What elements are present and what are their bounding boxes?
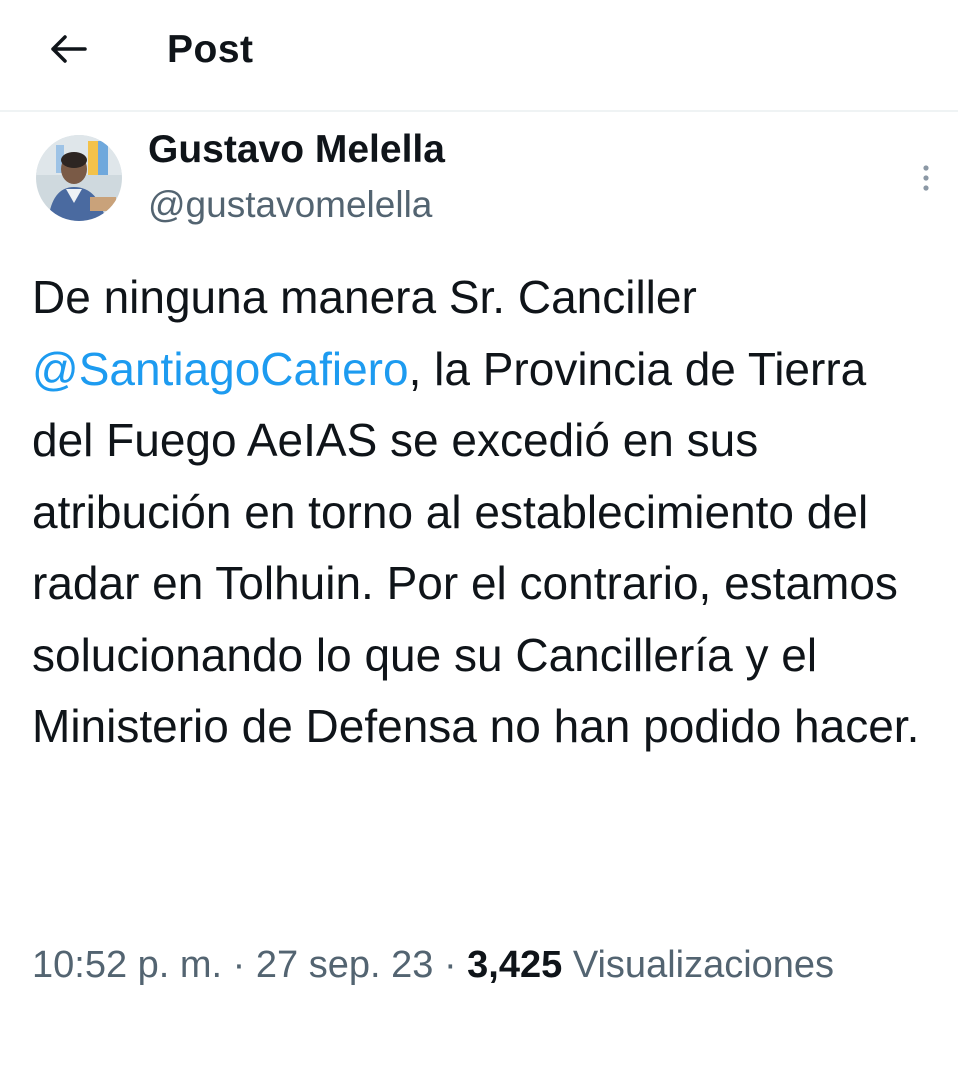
- author-handle[interactable]: @gustavomelella: [148, 184, 432, 226]
- arrow-left-icon: [51, 35, 87, 63]
- more-options-button[interactable]: [910, 155, 942, 201]
- post-time[interactable]: 10:52 p. m.: [32, 944, 222, 986]
- avatar[interactable]: [36, 135, 122, 221]
- tweet-text: De ninguna manera Sr. Canciller @Santiag…: [32, 262, 932, 763]
- tweet-metadata: 10:52 p. m. · 27 sep. 23 · 3,425 Visuali…: [32, 937, 932, 993]
- page-title: Post: [167, 28, 254, 71]
- views-label: Visualizaciones: [572, 944, 835, 986]
- tweet-text-start: De ninguna manera Sr. Canciller: [32, 271, 697, 323]
- user-avatar-icon: [36, 135, 122, 221]
- back-button[interactable]: [40, 24, 96, 74]
- views-count: 3,425: [467, 944, 563, 986]
- post-date[interactable]: 27 sep. 23: [256, 944, 433, 986]
- header-divider: [0, 110, 958, 112]
- mention-link[interactable]: @SantiagoCafiero: [32, 343, 409, 395]
- author-display-name[interactable]: Gustavo Melella: [148, 128, 445, 172]
- top-bar: Post: [0, 0, 958, 108]
- more-vertical-icon: [923, 165, 929, 191]
- meta-separator: ·: [433, 944, 468, 986]
- tweet-text-end: , la Provincia de Tierra del Fuego AeIAS…: [32, 342, 920, 753]
- meta-separator: ·: [222, 944, 256, 986]
- post-page: Post Gustavo Melella @gustavomelella De …: [0, 0, 958, 1075]
